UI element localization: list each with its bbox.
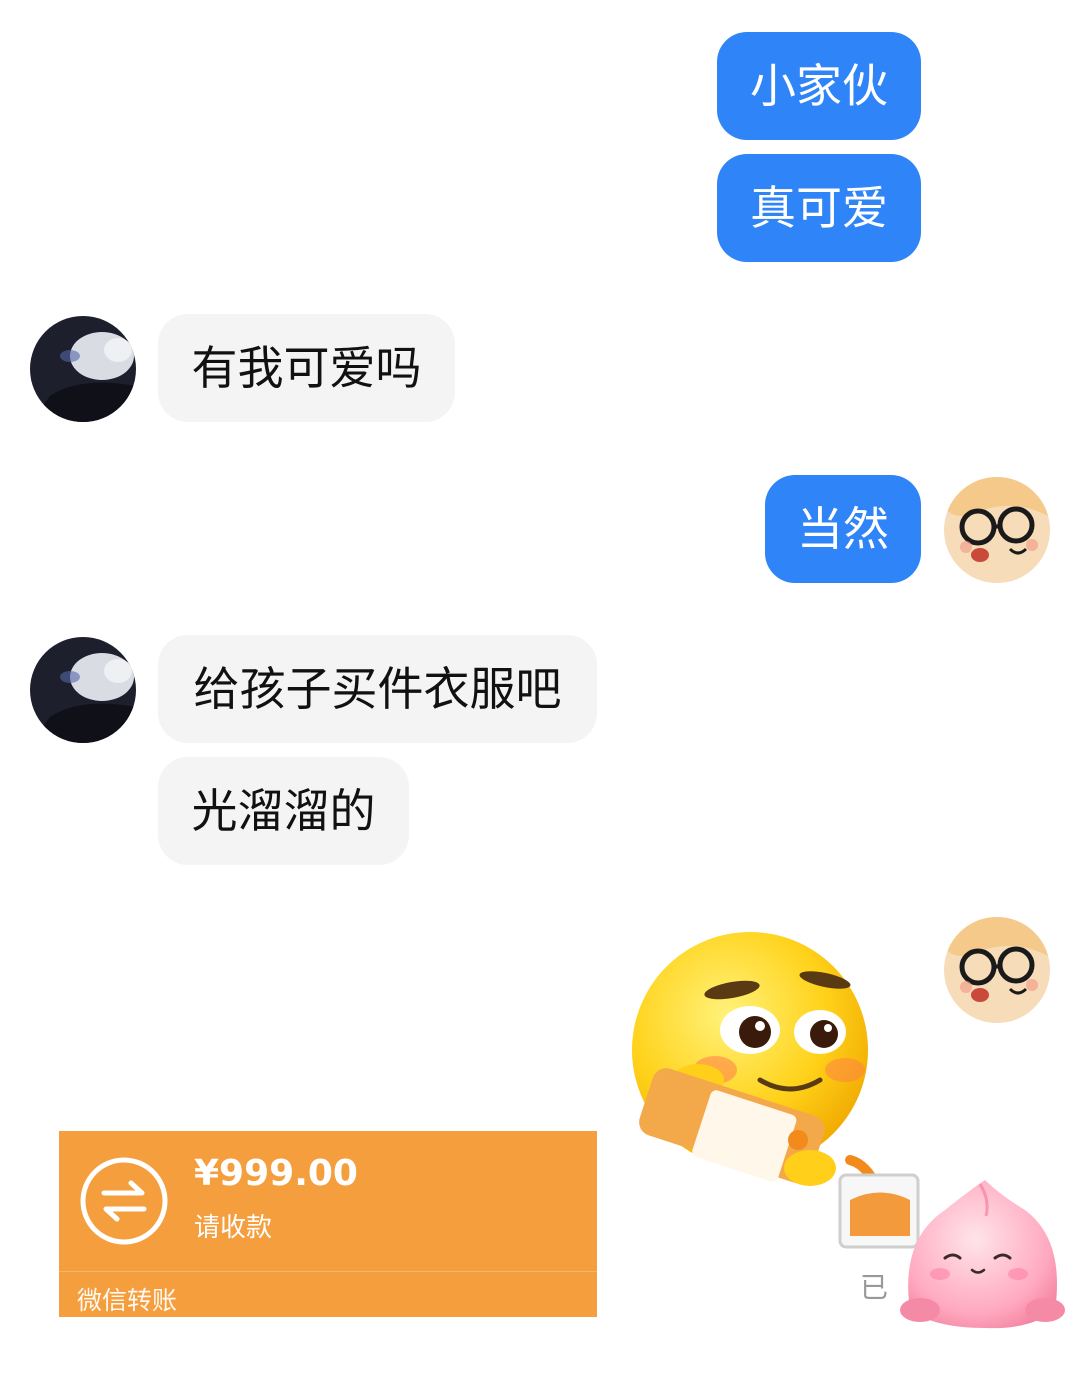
message-bubble-mine[interactable]: 当然 bbox=[765, 475, 921, 583]
my-avatar[interactable] bbox=[944, 477, 1050, 583]
read-status-label: 已 bbox=[860, 1271, 889, 1304]
transfer-arrows-icon bbox=[79, 1156, 169, 1246]
peach-character-sticker[interactable] bbox=[890, 1170, 1075, 1330]
message-text: 真可爱 bbox=[750, 181, 888, 235]
transfer-note: 请收款 bbox=[194, 1213, 273, 1243]
contact-avatar[interactable] bbox=[30, 637, 136, 743]
divider bbox=[59, 1271, 597, 1272]
transfer-amount: ¥999.00 bbox=[194, 1153, 358, 1194]
message-text: 有我可爱吗 bbox=[191, 341, 422, 395]
message-bubble-theirs[interactable]: 给孩子买件衣服吧 bbox=[158, 635, 597, 743]
message-text: 给孩子买件衣服吧 bbox=[193, 662, 562, 716]
my-avatar[interactable] bbox=[944, 917, 1050, 1023]
smiley-face-icon bbox=[632, 932, 920, 1249]
message-bubble-theirs[interactable]: 光溜溜的 bbox=[158, 757, 409, 865]
message-bubble-mine[interactable]: 真可爱 bbox=[717, 154, 921, 262]
message-text: 小家伙 bbox=[750, 59, 888, 113]
transfer-card[interactable]: ¥999.00 请收款 微信转账 bbox=[59, 1131, 597, 1317]
peach-character-icon bbox=[900, 1180, 1065, 1329]
transfer-footer-label: 微信转账 bbox=[77, 1286, 178, 1315]
message-bubble-mine[interactable]: 小家伙 bbox=[717, 32, 921, 140]
message-text: 当然 bbox=[797, 502, 889, 556]
message-text: 光溜溜的 bbox=[191, 784, 376, 838]
message-bubble-theirs[interactable]: 有我可爱吗 bbox=[158, 314, 455, 422]
contact-avatar[interactable] bbox=[30, 316, 136, 422]
smiley-pouring-juice-sticker[interactable] bbox=[620, 930, 930, 1250]
